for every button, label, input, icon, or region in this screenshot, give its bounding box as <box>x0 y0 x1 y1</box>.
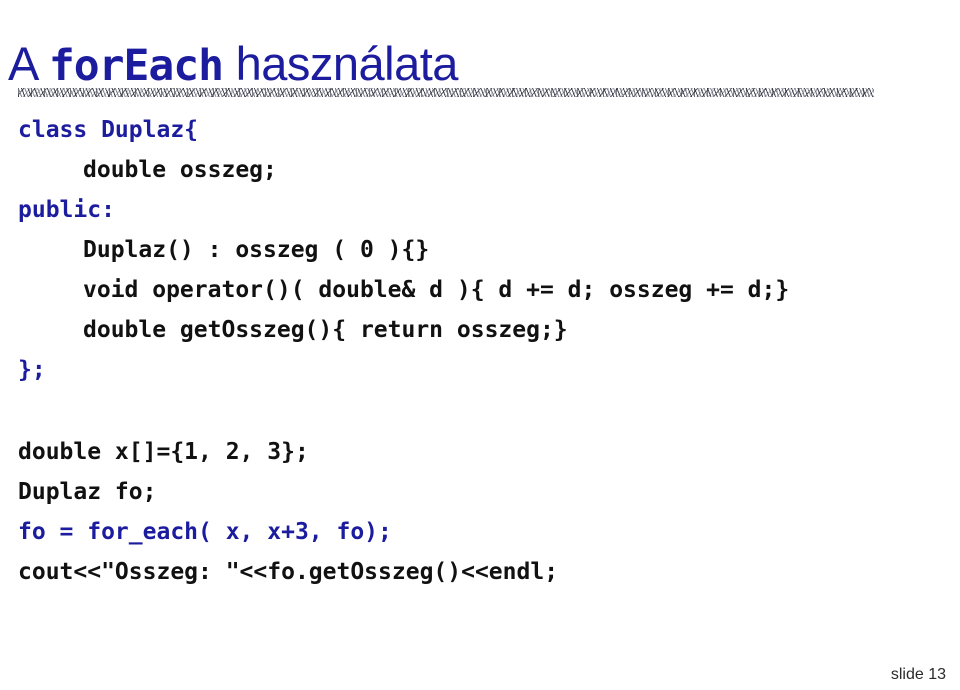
code-line: class Duplaz{ <box>18 117 199 143</box>
title-divider-rule <box>18 88 874 97</box>
code-line: cout<<"Osszeg: "<<fo.getOsszeg()<<endl; <box>18 559 559 585</box>
code-line: double x[]={1, 2, 3}; <box>18 439 309 465</box>
page-title-suffix: használata <box>223 37 459 91</box>
code-line: public: <box>18 197 115 223</box>
page-title-prefix: A <box>8 37 49 91</box>
code-line: double osszeg; <box>83 157 277 183</box>
page-title: A forEach használata <box>8 33 938 95</box>
code-block-class-definition: class Duplaz{ double osszeg; public: Duplaz… <box>0 110 960 390</box>
code-line: double getOsszeg(){ return osszeg;} <box>83 317 568 343</box>
code-line: void operator()( double& d ){ d += d; os… <box>83 277 790 303</box>
page-title-keyword: forEach <box>48 41 224 92</box>
code-block-main-usage: double x[]={1, 2, 3}; Duplaz fo; fo = for_… <box>0 432 960 592</box>
slide-number-footer: slide 13 <box>890 666 946 683</box>
code-line: }; <box>18 357 46 383</box>
code-line: Duplaz() : osszeg ( 0 ){} <box>83 237 430 263</box>
code-line: fo = for_each( x, x+3, fo); <box>18 519 392 545</box>
code-line: Duplaz fo; <box>18 479 157 505</box>
